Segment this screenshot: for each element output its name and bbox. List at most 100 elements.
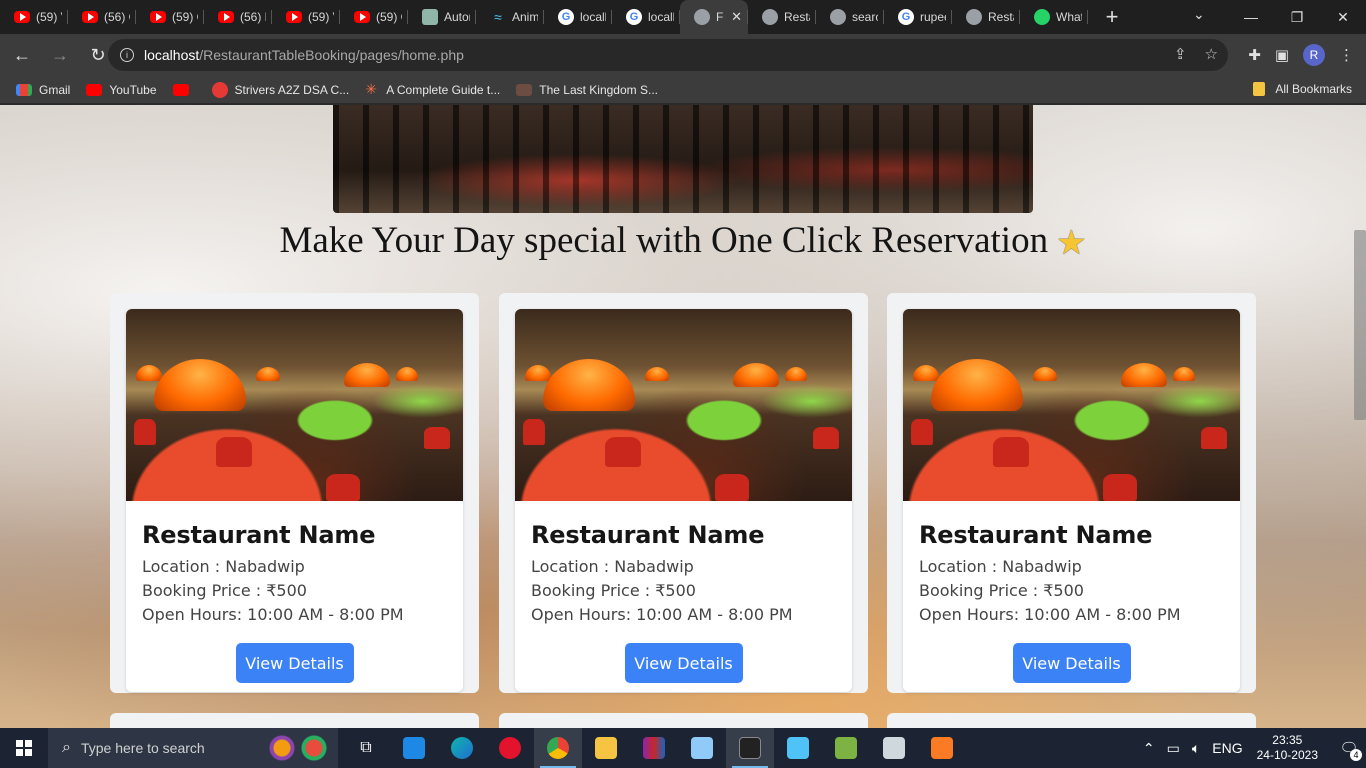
address-bar[interactable]: i localhost/RestaurantTableBooking/pages…	[108, 39, 1228, 71]
globe-icon	[830, 9, 846, 25]
bookmark-last-kingdom[interactable]: The Last Kingdom S...	[516, 83, 658, 97]
site-info-icon[interactable]: i	[120, 48, 134, 62]
vscode-icon[interactable]	[390, 728, 438, 768]
tab-label: F	[716, 10, 724, 24]
start-button[interactable]	[0, 728, 48, 768]
clock-time: 23:35	[1272, 733, 1303, 747]
tab-youtube-1[interactable]: (59) V	[0, 0, 68, 34]
tab-search-chevron-icon[interactable]: ⌄	[1193, 6, 1205, 23]
minimize-icon[interactable]: —	[1228, 9, 1274, 25]
windows-logo-icon	[16, 740, 32, 756]
restaurant-location: Location : Nabadwip	[919, 557, 1082, 576]
xampp-icon[interactable]	[918, 728, 966, 768]
bookmark-complete-guide[interactable]: ✳ A Complete Guide t...	[365, 81, 500, 98]
search-highlight-icon	[266, 734, 330, 762]
all-bookmarks[interactable]: All Bookmarks	[1253, 82, 1352, 96]
restaurant-name: Restaurant Name	[142, 521, 376, 549]
asterisk-icon: ✳	[365, 81, 377, 97]
tab-whatsapp[interactable]: What	[1020, 0, 1088, 34]
view-details-button[interactable]: View Details	[624, 643, 743, 683]
taskbar-search-box[interactable]: ⌕ Type here to search	[48, 728, 338, 768]
tab-search[interactable]: searc	[816, 0, 884, 34]
tab-label: Anim	[512, 10, 538, 24]
close-icon[interactable]: ✕	[731, 9, 742, 25]
file-explorer-icon[interactable]	[582, 728, 630, 768]
tab-animation[interactable]: ≈ Anim	[476, 0, 544, 34]
globe-icon	[694, 9, 710, 25]
edge-icon[interactable]	[438, 728, 486, 768]
tab-youtube-2[interactable]: (56) C	[68, 0, 136, 34]
tab-localhost-1[interactable]: Glocall	[544, 0, 612, 34]
restore-icon[interactable]: ❐	[1274, 9, 1320, 26]
tuf-icon	[211, 81, 228, 98]
restaurant-card-wrapper: Restaurant Name Location : Nabadwip Book…	[110, 293, 479, 693]
google-icon: G	[558, 9, 574, 25]
share-icon[interactable]: ⇪	[1174, 45, 1187, 63]
tab-youtube-3[interactable]: (59) C	[136, 0, 204, 34]
volume-icon[interactable]: 🔈︎	[1192, 740, 1200, 757]
whatsapp-icon	[1034, 9, 1050, 25]
tab-label: rupee	[920, 10, 946, 24]
restaurant-price: Booking Price : ₹500	[919, 581, 1084, 600]
sql-icon[interactable]	[870, 728, 918, 768]
browser-toolbar: ← → ↻ i localhost/RestaurantTableBooking…	[0, 34, 1366, 76]
tab-label: What	[1056, 10, 1082, 24]
view-details-button[interactable]: View Details	[1012, 643, 1131, 683]
view-details-button[interactable]: View Details	[235, 643, 354, 683]
tab-active[interactable]: F ✕	[680, 0, 748, 34]
tab-restaurant-2[interactable]: Resta	[952, 0, 1020, 34]
tab-restaurant-1[interactable]: Resta	[748, 0, 816, 34]
bookmark-gmail[interactable]: Gmail	[16, 83, 70, 97]
restaurant-photo	[126, 309, 463, 501]
forward-arrow-icon[interactable]: →	[44, 39, 76, 71]
close-window-icon[interactable]: ✕	[1320, 9, 1366, 26]
restaurant-card: Restaurant Name Location : Nabadwip Book…	[903, 309, 1240, 692]
all-bookmarks-label: All Bookmarks	[1275, 82, 1352, 96]
restaurant-name: Restaurant Name	[531, 521, 765, 549]
tab-label: (59) V	[308, 10, 334, 24]
page-scrollbar[interactable]	[1354, 230, 1366, 420]
tab-label: searc	[852, 10, 878, 24]
terminal-icon[interactable]	[726, 728, 774, 768]
task-view-icon[interactable]: ⧉	[342, 728, 390, 768]
control-panel-icon[interactable]	[774, 728, 822, 768]
app-arrow-icon[interactable]	[822, 728, 870, 768]
opera-icon[interactable]	[486, 728, 534, 768]
tab-youtube-5[interactable]: (59) V	[272, 0, 340, 34]
windows-taskbar: ⌕ Type here to search ⧉ ⌃ ▭ 🔈︎ ENG 23:35…	[0, 728, 1366, 768]
tab-label: locall	[580, 10, 606, 24]
chevron-up-icon[interactable]: ⌃	[1143, 740, 1155, 757]
window-controls: — ❐ ✕	[1228, 0, 1366, 34]
bookmark-youtube[interactable]: YouTube	[86, 83, 157, 97]
page-headline: Make Your Day special with One Click Res…	[0, 219, 1366, 263]
restaurant-card: Restaurant Name Location : Nabadwip Book…	[515, 309, 852, 692]
bookmark-strivers[interactable]: Strivers A2Z DSA C...	[211, 81, 350, 98]
notification-center-icon[interactable]: 🗨︎ 4	[1332, 728, 1366, 768]
winrar-icon[interactable]	[630, 728, 678, 768]
clock[interactable]: 23:35 24-10-2023	[1257, 733, 1318, 763]
tab-rupee[interactable]: Grupee	[884, 0, 952, 34]
hero-banner-image	[333, 105, 1033, 213]
bookmark-star-icon[interactable]: ☆	[1205, 45, 1218, 63]
restaurant-location: Location : Nabadwip	[142, 557, 305, 576]
extensions-puzzle-icon[interactable]: ✚	[1248, 46, 1261, 64]
network-icon[interactable]: ▭	[1167, 740, 1180, 757]
restaurant-card: Restaurant Name Location : Nabadwip Book…	[126, 309, 463, 692]
language-indicator[interactable]: ENG	[1212, 740, 1242, 756]
tab-youtube-6[interactable]: (59) C	[340, 0, 408, 34]
tab-chatgpt[interactable]: Autor	[408, 0, 476, 34]
bookmark-youtube-2[interactable]	[172, 83, 196, 96]
extension-area: ✚ ▣ R ⋮	[1248, 34, 1366, 76]
tab-localhost-2[interactable]: Glocall	[612, 0, 680, 34]
notepad-icon[interactable]	[678, 728, 726, 768]
gmail-icon	[16, 83, 32, 96]
search-icon: ⌕	[62, 739, 71, 756]
new-tab-button[interactable]: +	[1100, 4, 1124, 30]
side-panel-icon[interactable]: ▣	[1275, 46, 1289, 64]
bookmark-label: Strivers A2Z DSA C...	[234, 82, 350, 97]
tab-youtube-4[interactable]: (56) F	[204, 0, 272, 34]
back-arrow-icon[interactable]: ←	[6, 39, 38, 71]
profile-avatar[interactable]: R	[1303, 44, 1325, 66]
menu-kebab-icon[interactable]: ⋮	[1339, 46, 1354, 64]
chrome-icon[interactable]	[534, 728, 582, 768]
